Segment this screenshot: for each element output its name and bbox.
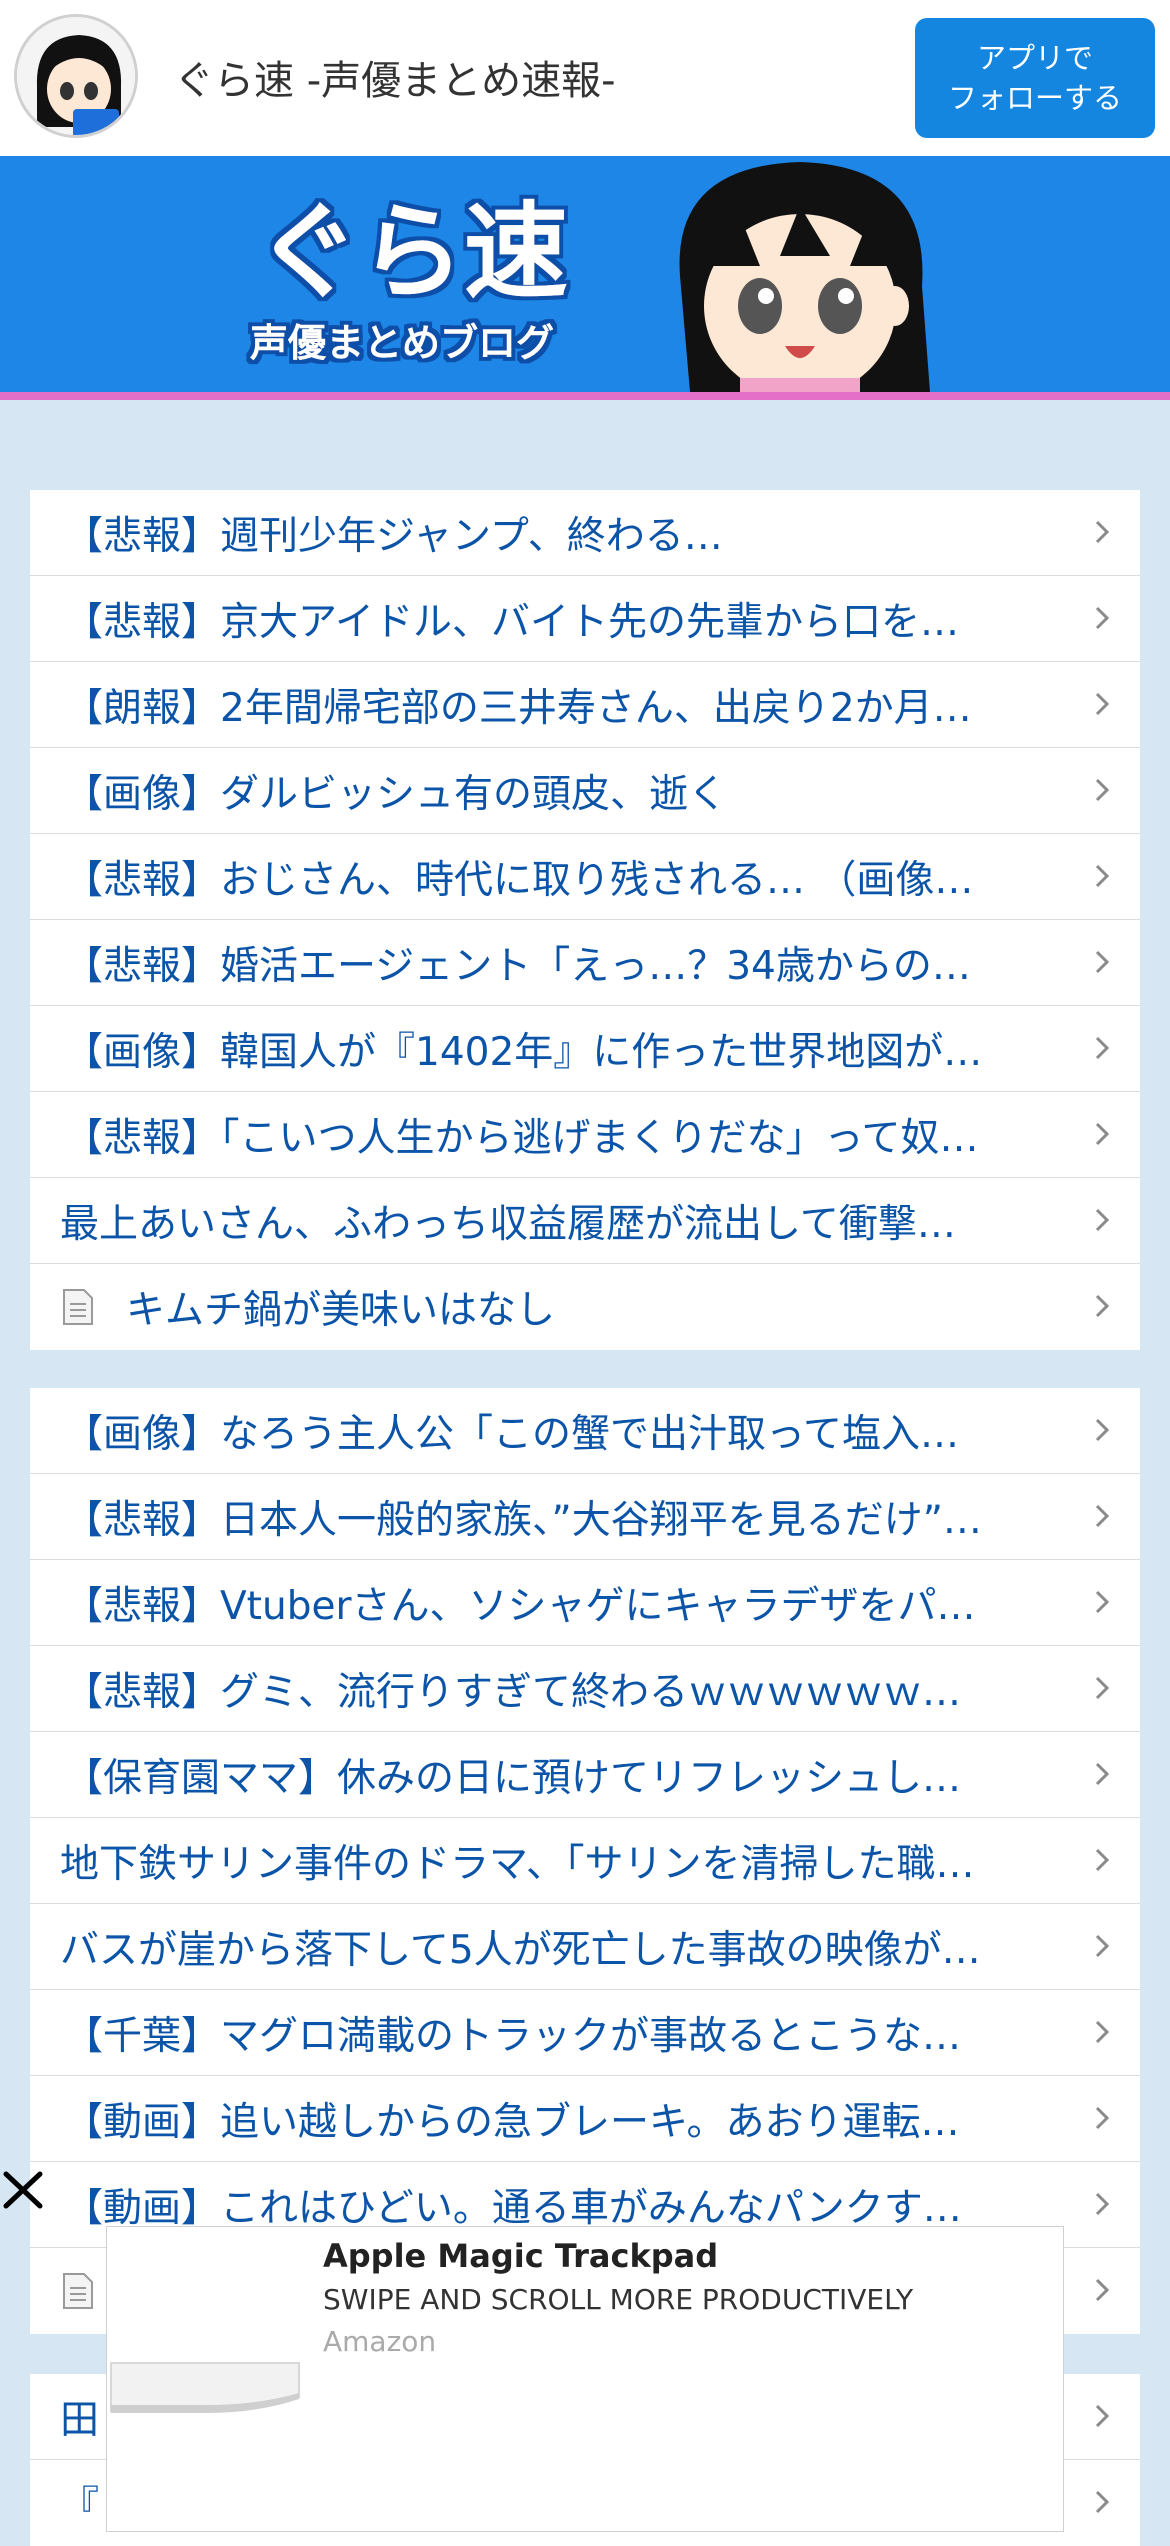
list-item-title: 【画像】なろう主人公「この蟹で出汁取って塩入… bbox=[64, 1411, 960, 1457]
banner-logo-text: ぐら速 bbox=[256, 191, 568, 313]
chevron-right-icon bbox=[1095, 1122, 1110, 1146]
list-item-title: 【悲報】日本人一般的家族、”大谷翔平を見るだけ”… bbox=[64, 1497, 982, 1543]
list-item-title: 【悲報】おじさん、時代に取り残される… （画像… bbox=[64, 857, 974, 903]
chevron-right-icon bbox=[1095, 1934, 1110, 1958]
ad-close-icon[interactable] bbox=[0, 2160, 48, 2220]
banner-logo-image: ぐら速 声優まとめブログ bbox=[250, 162, 930, 392]
chevron-right-icon bbox=[1095, 606, 1110, 630]
chevron-right-icon bbox=[1095, 1504, 1110, 1528]
list-item[interactable]: 【朗報】2年間帰宅部の三井寿さん、出戻り2か月… bbox=[30, 662, 1140, 748]
follow-button-line2: フォローする bbox=[947, 81, 1122, 115]
list-item-title: 【画像】韓国人が『1402年』に作った世界地図が… bbox=[64, 1029, 983, 1075]
chevron-right-icon bbox=[1095, 2490, 1110, 2514]
list-item[interactable]: 【悲報】Vtuberさん、ソシャゲにキャラデザをパ… bbox=[30, 1560, 1140, 1646]
list-item[interactable]: バスが崖から落下して5人が死亡した事故の映像が… bbox=[30, 1904, 1140, 1990]
ad-source: Amazon bbox=[323, 2325, 437, 2358]
trackpad-product-image bbox=[110, 2362, 300, 2413]
list-item-title: 最上あいさん、ふわっち収益履歴が流出して衝撃… bbox=[60, 1201, 956, 1247]
list-item-title: 【保育園ママ】休みの日に預けてリフレッシュし… bbox=[64, 1755, 962, 1801]
list-item-title: 【画像】ダルビッシュ有の頭皮、逝く bbox=[64, 771, 728, 817]
chevron-right-icon bbox=[1095, 2192, 1110, 2216]
list-item[interactable]: 【千葉】マグロ満載のトラックが事故るとこうな… bbox=[30, 1990, 1140, 2076]
chevron-right-icon bbox=[1095, 520, 1110, 544]
list-item[interactable]: 地下鉄サリン事件のドラマ、「サリンを清掃した職… bbox=[30, 1818, 1140, 1904]
follow-in-app-button[interactable]: アプリで フォローする bbox=[915, 18, 1155, 138]
site-title: ぐら速 -声優まとめ速報- bbox=[174, 58, 616, 104]
article-list-2: 【画像】なろう主人公「この蟹で出汁取って塩入… 【悲報】日本人一般的家族、”大谷… bbox=[30, 1388, 1140, 2334]
banner-logo-sub: 声優まとめブログ bbox=[250, 321, 554, 365]
follow-button-line1: アプリで bbox=[976, 41, 1093, 75]
avatar-character-icon bbox=[17, 17, 135, 135]
chevron-right-icon bbox=[1095, 2278, 1110, 2302]
chevron-right-icon bbox=[1095, 1036, 1110, 1060]
ad-title: Apple Magic Trackpad bbox=[323, 2237, 719, 2275]
list-item-title: 【悲報】Vtuberさん、ソシャゲにキャラデザをパ… bbox=[64, 1583, 976, 1629]
chevron-right-icon bbox=[1095, 1418, 1110, 1442]
chevron-right-icon bbox=[1095, 1676, 1110, 1700]
chevron-right-icon bbox=[1095, 2404, 1110, 2428]
ad-subtitle: SWIPE AND SCROLL MORE PRODUCTIVELY bbox=[323, 2283, 914, 2316]
list-item-title: 【悲報】婚活エージェント「えっ…？34歳からの… bbox=[64, 943, 971, 989]
chevron-right-icon bbox=[1095, 2106, 1110, 2130]
site-avatar[interactable] bbox=[14, 14, 138, 138]
article-list-1: 【悲報】週刊少年ジャンプ、終わる… 【悲報】京大アイドル、バイト先の先輩から口を… bbox=[30, 490, 1140, 1350]
chevron-right-icon bbox=[1095, 692, 1110, 716]
list-item[interactable]: 【悲報】おじさん、時代に取り残される… （画像… bbox=[30, 834, 1140, 920]
chevron-right-icon bbox=[1095, 1762, 1110, 1786]
list-item-title: 【動画】追い越しからの急ブレーキ。あおり運転… bbox=[64, 2099, 960, 2145]
list-item[interactable]: 【画像】なろう主人公「この蟹で出汁取って塩入… bbox=[30, 1388, 1140, 1474]
banner-mascot-illustration bbox=[679, 162, 930, 392]
chevron-right-icon bbox=[1095, 1590, 1110, 1614]
list-item-title: 【悲報】「こいつ人生から逃げまくりだな」って奴… bbox=[64, 1115, 979, 1161]
list-item[interactable]: キムチ鍋が美味いはなし bbox=[30, 1264, 1140, 1350]
list-item-title: 【悲報】週刊少年ジャンプ、終わる… bbox=[64, 513, 723, 559]
list-item-title: 地下鉄サリン事件のドラマ、「サリンを清掃した職… bbox=[60, 1841, 975, 1887]
list-item[interactable]: 最上あいさん、ふわっち収益履歴が流出して衝撃… bbox=[30, 1178, 1140, 1264]
document-icon bbox=[63, 1289, 93, 1325]
list-item[interactable]: 【保育園ママ】休みの日に預けてリフレッシュし… bbox=[30, 1732, 1140, 1818]
list-item[interactable]: 【悲報】婚活エージェント「えっ…？34歳からの… bbox=[30, 920, 1140, 1006]
list-item-title: バスが崖から落下して5人が死亡した事故の映像が… bbox=[60, 1927, 981, 1973]
chevron-right-icon bbox=[1095, 2020, 1110, 2044]
list-item-title: 【悲報】京大アイドル、バイト先の先輩から口を… bbox=[64, 599, 960, 645]
chevron-right-icon bbox=[1095, 1208, 1110, 1232]
document-icon bbox=[63, 2273, 93, 2309]
site-banner[interactable]: ぐら速 声優まとめブログ bbox=[0, 156, 1170, 392]
list-item[interactable]: 【画像】韓国人が『1402年』に作った世界地図が… bbox=[30, 1006, 1140, 1092]
chevron-right-icon bbox=[1095, 950, 1110, 974]
chevron-right-icon bbox=[1095, 864, 1110, 888]
list-item[interactable]: 【悲報】グミ、流行りすぎて終わるｗｗｗｗｗｗ… bbox=[30, 1646, 1140, 1732]
list-item[interactable]: 【悲報】京大アイドル、バイト先の先輩から口を… bbox=[30, 576, 1140, 662]
list-item-title: 【動画】これはひどい。通る車がみんなパンクす… bbox=[64, 2185, 962, 2231]
list-item[interactable]: 【動画】追い越しからの急ブレーキ。あおり運転… bbox=[30, 2076, 1140, 2162]
list-item[interactable]: 【悲報】「こいつ人生から逃げまくりだな」って奴… bbox=[30, 1092, 1140, 1178]
chevron-right-icon bbox=[1095, 1848, 1110, 1872]
chevron-right-icon bbox=[1095, 1294, 1110, 1318]
list-item[interactable]: 【悲報】日本人一般的家族、”大谷翔平を見るだけ”… bbox=[30, 1474, 1140, 1560]
list-item-title: 【千葉】マグロ満載のトラックが事故るとこうな… bbox=[64, 2013, 962, 2059]
banner-accent-line bbox=[0, 392, 1170, 400]
list-item-title: 【悲報】グミ、流行りすぎて終わるｗｗｗｗｗｗ… bbox=[64, 1669, 962, 1715]
site-header: ぐら速 -声優まとめ速報- アプリで フォローする bbox=[0, 0, 1170, 156]
list-item[interactable]: 【悲報】週刊少年ジャンプ、終わる… bbox=[30, 490, 1140, 576]
ad-banner[interactable]: Apple Magic Trackpad SWIPE AND SCROLL MO… bbox=[106, 2226, 1064, 2532]
list-item[interactable]: 【画像】ダルビッシュ有の頭皮、逝く bbox=[30, 748, 1140, 834]
chevron-right-icon bbox=[1095, 778, 1110, 802]
list-item-title: 【朗報】2年間帰宅部の三井寿さん、出戻り2か月… bbox=[64, 685, 972, 731]
list-item-title: キムチ鍋が美味いはなし bbox=[126, 1288, 556, 1333]
